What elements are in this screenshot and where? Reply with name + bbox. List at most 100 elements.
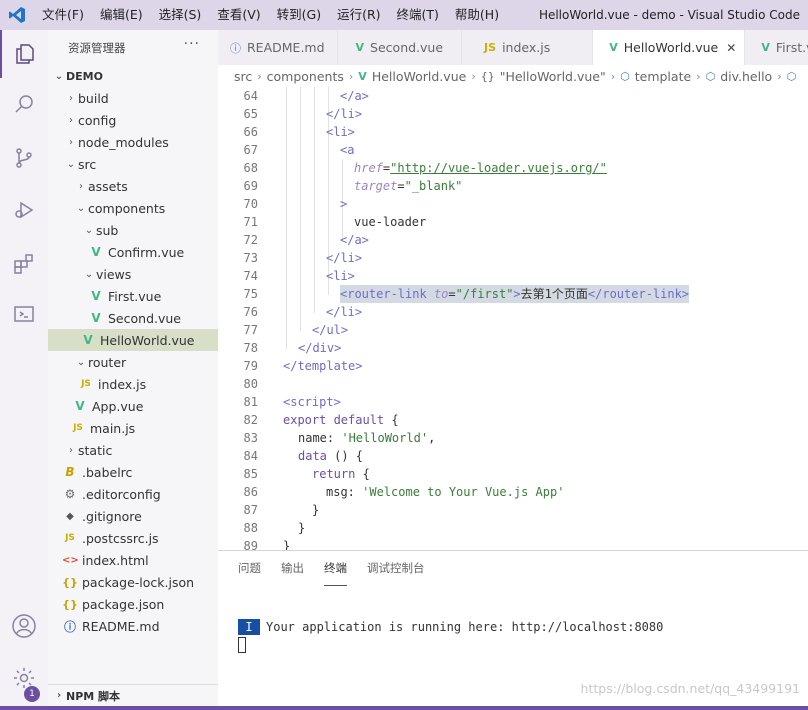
tree-item-config[interactable]: › config: [48, 109, 218, 131]
tree-item-readme-md[interactable]: ⓘ README.md: [48, 615, 218, 637]
tree-item-build[interactable]: › build: [48, 87, 218, 109]
tab-second-vue[interactable]: V Second.vue: [338, 30, 463, 65]
npm-scripts-section[interactable]: › NPM 脚本: [48, 684, 218, 706]
tree-item-views[interactable]: ⌄ views: [48, 263, 218, 285]
tree-item-gitignore[interactable]: ◆ .gitignore: [48, 505, 218, 527]
menu-go[interactable]: 转到(G): [269, 0, 329, 30]
explorer-sidebar: 资源管理器 ··· ⌄ DEMO › build › config › node…: [48, 30, 218, 710]
remote-explorer-icon[interactable]: [0, 290, 48, 338]
info-file-icon: ⓘ: [63, 619, 76, 634]
vscode-logo-icon: [0, 0, 34, 30]
chevron-right-icon: ›: [79, 180, 83, 192]
tree-item-first-vue[interactable]: V First.vue: [48, 285, 218, 307]
code-editor[interactable]: 64 </a> 65 </li> 66 <li> 67 <a 68 href="http:…: [218, 87, 808, 550]
menu-help[interactable]: 帮助(H): [447, 0, 507, 30]
tree-item-helloworld-vue[interactable]: V HelloWorld.vue: [48, 329, 218, 351]
tree-item-label: components: [88, 200, 166, 216]
tree-item-second-vue[interactable]: V Second.vue: [48, 307, 218, 329]
tab-output[interactable]: 输出: [281, 551, 304, 586]
chevron-right-icon: ›: [69, 136, 73, 148]
search-icon[interactable]: [0, 80, 48, 128]
tab-index-js[interactable]: JS index.js: [462, 30, 594, 65]
explorer-icon[interactable]: [0, 30, 48, 78]
tree-item-label: src: [78, 156, 97, 172]
chevron-down-icon: ⌄: [76, 202, 86, 214]
menu-edit[interactable]: 编辑(E): [92, 0, 151, 30]
tree-item-label: router: [88, 354, 127, 370]
tree-item-app-vue[interactable]: V App.vue: [48, 395, 218, 417]
tree-item-babelrc[interactable]: B .babelrc: [48, 461, 218, 483]
tree-item-static[interactable]: › static: [48, 439, 218, 461]
js-file-icon: JS: [65, 533, 75, 543]
editor-tabs: ⓘ README.md V Second.vue JS index.js V H…: [218, 30, 808, 65]
tree-item-confirm-vue[interactable]: V Confirm.vue: [48, 241, 218, 263]
breadcrumb-components[interactable]: components: [267, 69, 344, 84]
breadcrumb-src[interactable]: src: [234, 69, 252, 84]
tab-terminal[interactable]: 终端: [324, 551, 347, 586]
breadcrumb-template[interactable]: template: [635, 69, 691, 84]
git-file-icon: ◆: [66, 510, 74, 522]
chevron-right-icon: ›: [777, 69, 782, 83]
tree-item-postcssrc-js[interactable]: JS .postcssrc.js: [48, 527, 218, 549]
chevron-right-icon: ›: [69, 114, 73, 126]
tab-helloworld-vue[interactable]: V HelloWorld.vue ✕: [593, 30, 746, 65]
chevron-right-icon: ›: [56, 690, 62, 701]
tree-item-assets[interactable]: › assets: [48, 175, 218, 197]
more-actions-icon[interactable]: ···: [184, 36, 200, 52]
terminal-output-line: I Your application is running here: http…: [238, 619, 663, 635]
json-file-icon: {}: [62, 597, 78, 611]
tree-item-label: .gitignore: [82, 508, 142, 524]
menu-selection[interactable]: 选择(S): [151, 0, 210, 30]
tree-item-label: .postcssrc.js: [82, 530, 159, 546]
tree-item-label: Confirm.vue: [108, 244, 185, 260]
terminal-cursor[interactable]: [238, 637, 246, 653]
breadcrumb-div-hello[interactable]: div.hello: [720, 69, 772, 84]
vue-file-icon: V: [91, 245, 101, 259]
run-debug-icon[interactable]: [0, 186, 48, 234]
tree-item-label: index.js: [98, 376, 147, 392]
tree-item-src[interactable]: ⌄ src: [48, 153, 218, 175]
vue-file-icon: V: [609, 41, 618, 54]
cube-icon: ⬡: [620, 69, 630, 83]
terminal-text: Your application is running here: http:/…: [266, 620, 664, 634]
tree-item-sub[interactable]: ⌄ sub: [48, 219, 218, 241]
cube-icon: ⬡: [786, 69, 797, 83]
tree-item-label: build: [78, 90, 109, 106]
breadcrumb-module[interactable]: "HelloWorld.vue": [500, 69, 606, 84]
tree-item-index-js[interactable]: JS index.js: [48, 373, 218, 395]
tab-problems[interactable]: 问题: [238, 551, 261, 586]
tab-readme[interactable]: ⓘ README.md: [218, 30, 338, 65]
folder-root-demo[interactable]: ⌄ DEMO: [48, 65, 218, 87]
tab-first-vue[interactable]: V First.vu: [745, 30, 808, 65]
tab-label: HelloWorld.vue: [623, 40, 719, 55]
close-tab-icon[interactable]: ✕: [726, 41, 736, 55]
tree-item-package-json[interactable]: {} package.json: [48, 593, 218, 615]
explorer-title: 资源管理器: [68, 40, 126, 55]
tree-item-label: node_modules: [78, 134, 169, 150]
source-control-icon[interactable]: [0, 134, 48, 182]
tree-item-node-modules[interactable]: › node_modules: [48, 131, 218, 153]
menu-view[interactable]: 查看(V): [209, 0, 268, 30]
menu-terminal[interactable]: 终端(T): [389, 0, 447, 30]
tab-debug-console[interactable]: 调试控制台: [367, 551, 425, 586]
tree-item-editorconfig[interactable]: ⚙ .editorconfig: [48, 483, 218, 505]
breadcrumb-file[interactable]: HelloWorld.vue: [372, 69, 467, 84]
tree-item-main-js[interactable]: JS main.js: [48, 417, 218, 439]
tree-item-label: config: [78, 112, 117, 128]
braces-icon: {}: [480, 69, 495, 83]
menu-file[interactable]: 文件(F): [34, 0, 92, 30]
accounts-icon[interactable]: [0, 602, 48, 650]
tree-item-label: views: [96, 266, 132, 282]
extensions-icon[interactable]: [0, 240, 48, 288]
json-file-icon: {}: [62, 575, 78, 589]
tree-item-index-html[interactable]: <> index.html: [48, 549, 218, 571]
tree-item-components[interactable]: ⌄ components: [48, 197, 218, 219]
html-file-icon: <>: [62, 554, 79, 566]
tree-item-package-lock-json[interactable]: {} package-lock.json: [48, 571, 218, 593]
tree-item-router[interactable]: ⌄ router: [48, 351, 218, 373]
menu-bar: 文件(F) 编辑(E) 选择(S) 查看(V) 转到(G) 运行(R) 终端(T…: [34, 0, 507, 30]
vue-file-icon: V: [91, 311, 101, 325]
tree-item-label: package-lock.json: [82, 574, 195, 590]
vue-file-icon: V: [355, 41, 365, 54]
menu-run[interactable]: 运行(R): [329, 0, 388, 30]
